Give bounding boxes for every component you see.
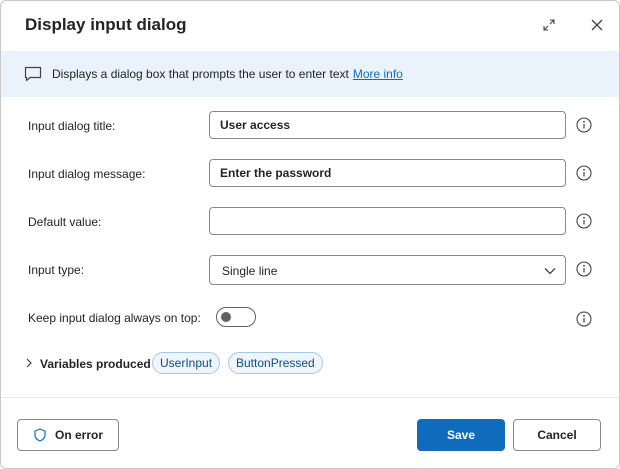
row-dialog-title: Input dialog title: bbox=[1, 111, 619, 141]
close-icon bbox=[591, 19, 603, 31]
input-type-value: Single line bbox=[222, 264, 278, 278]
variable-pill-userinput[interactable]: UserInput bbox=[152, 352, 221, 374]
close-button[interactable] bbox=[587, 15, 607, 35]
banner-text: Displays a dialog box that prompts the u… bbox=[52, 67, 403, 81]
variables-produced: Variables produced UserInput ButtonPress… bbox=[1, 352, 619, 376]
expand-button[interactable] bbox=[539, 15, 559, 35]
default-value-input[interactable] bbox=[209, 207, 566, 235]
variable-pill-buttonpressed[interactable]: ButtonPressed bbox=[228, 352, 323, 374]
dialog-title-input[interactable] bbox=[209, 111, 566, 139]
info-icon[interactable] bbox=[576, 165, 592, 181]
info-banner: Displays a dialog box that prompts the u… bbox=[1, 51, 619, 97]
row-always-on-top: Keep input dialog always on top: bbox=[1, 303, 619, 333]
input-type-label: Input type: bbox=[28, 263, 85, 277]
dialog-title: Display input dialog bbox=[25, 15, 187, 34]
more-info-link[interactable]: More info bbox=[353, 67, 403, 81]
message-icon bbox=[24, 66, 42, 82]
variables-produced-label: Variables produced bbox=[40, 357, 151, 371]
dialog-message-input[interactable] bbox=[209, 159, 566, 187]
chevron-right-icon[interactable] bbox=[25, 358, 33, 368]
chevron-down-icon bbox=[544, 268, 556, 275]
row-input-type: Input type: Single line bbox=[1, 255, 619, 285]
on-error-label: On error bbox=[54, 428, 103, 442]
on-error-button[interactable]: On error bbox=[17, 419, 119, 451]
row-default-value: Default value: bbox=[1, 207, 619, 237]
shield-icon bbox=[34, 428, 46, 442]
default-value-label: Default value: bbox=[28, 215, 102, 229]
banner-description: Displays a dialog box that prompts the u… bbox=[52, 67, 349, 81]
dialog-message-label: Input dialog message: bbox=[28, 167, 146, 181]
info-icon[interactable] bbox=[576, 117, 592, 133]
dialog-footer: On error Save Cancel bbox=[1, 397, 619, 468]
info-icon[interactable] bbox=[576, 311, 592, 327]
info-icon[interactable] bbox=[576, 261, 592, 277]
expand-icon bbox=[543, 19, 555, 31]
row-dialog-message: Input dialog message: bbox=[1, 159, 619, 189]
always-on-top-toggle[interactable] bbox=[216, 307, 256, 327]
dialog-title-label: Input dialog title: bbox=[28, 119, 116, 133]
always-on-top-label: Keep input dialog always on top: bbox=[28, 311, 201, 325]
save-button[interactable]: Save bbox=[417, 419, 505, 451]
cancel-button[interactable]: Cancel bbox=[513, 419, 601, 451]
display-input-dialog: Display input dialog Displays a dialog b… bbox=[0, 0, 620, 469]
info-icon[interactable] bbox=[576, 213, 592, 229]
dialog-header: Display input dialog bbox=[1, 1, 619, 51]
toggle-knob bbox=[221, 312, 231, 322]
input-type-select[interactable]: Single line bbox=[209, 255, 566, 285]
